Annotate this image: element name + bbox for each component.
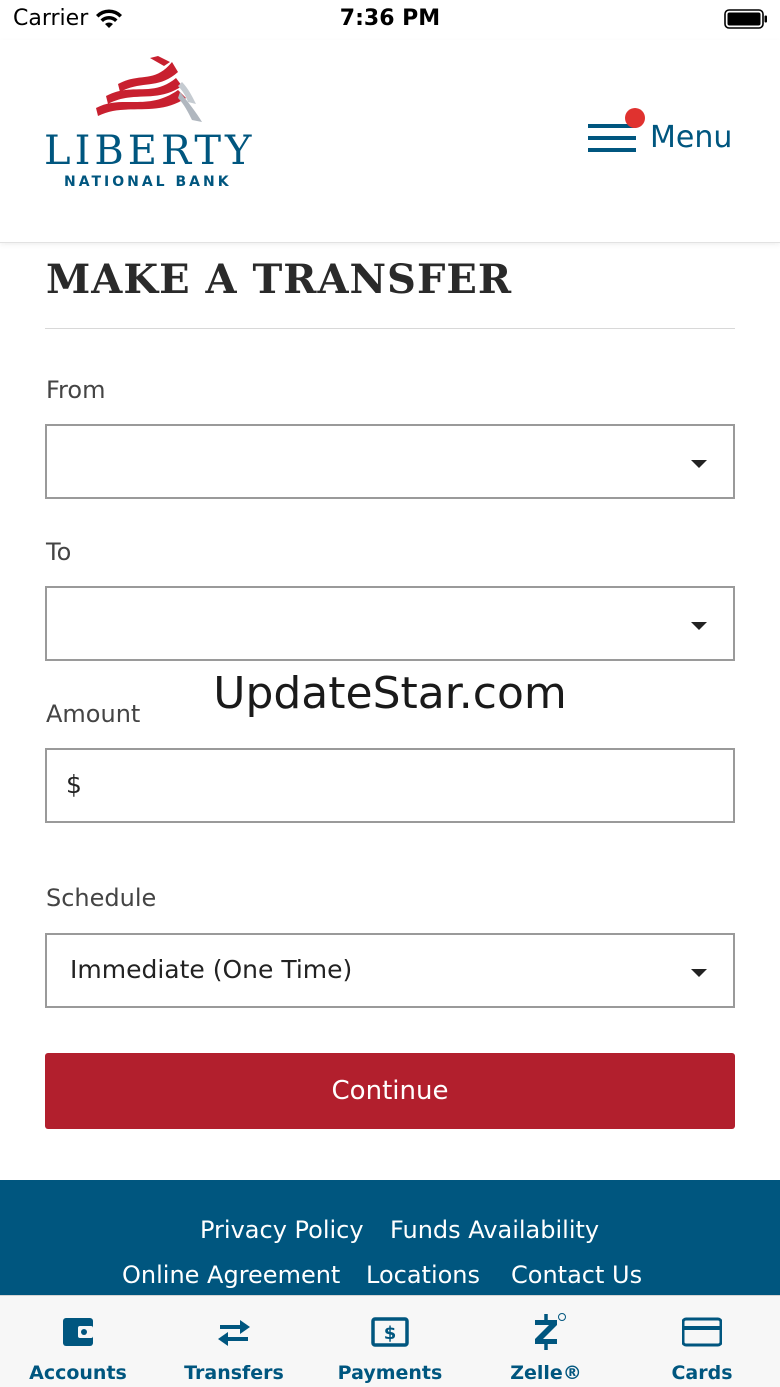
menu-button[interactable]: Menu	[586, 108, 746, 160]
wallet-icon	[63, 1318, 93, 1346]
page-title: MAKE A TRANSFER	[46, 256, 513, 303]
locations-link[interactable]: Locations	[366, 1261, 480, 1289]
menu-label: Menu	[650, 120, 733, 155]
tab-zelle[interactable]: Zelle®	[468, 1296, 624, 1387]
title-divider	[45, 328, 735, 329]
from-label: From	[46, 376, 106, 404]
online-agreement-link[interactable]: Online Agreement	[122, 1261, 340, 1289]
schedule-value: Immediate (One Time)	[70, 955, 353, 984]
credit-card-icon	[682, 1317, 722, 1347]
from-account-select[interactable]	[45, 424, 735, 499]
tab-accounts[interactable]: Accounts	[0, 1296, 156, 1387]
bottom-tab-bar: Accounts Transfers $ Payments Zelle® Car…	[0, 1295, 780, 1387]
notification-dot	[625, 108, 645, 128]
chevron-down-icon	[691, 460, 707, 468]
tab-accounts-label: Accounts	[29, 1362, 127, 1384]
to-account-select[interactable]	[45, 586, 735, 661]
amount-field[interactable]: $	[45, 748, 735, 823]
tab-cards[interactable]: Cards	[624, 1296, 780, 1387]
continue-button[interactable]: Continue	[45, 1053, 735, 1129]
contact-us-link[interactable]: Contact Us	[511, 1261, 642, 1289]
tab-cards-label: Cards	[671, 1362, 733, 1384]
tab-payments[interactable]: $ Payments	[312, 1296, 468, 1387]
currency-symbol: $	[66, 770, 82, 799]
chevron-down-icon	[691, 622, 707, 630]
bill-dollar-icon: $	[371, 1317, 409, 1347]
bank-name: LIBERTY	[44, 128, 256, 174]
tab-zelle-label: Zelle®	[510, 1362, 582, 1384]
app-header: LIBERTY NATIONAL BANK Menu	[0, 40, 780, 243]
schedule-label: Schedule	[46, 884, 157, 912]
chevron-down-icon	[691, 969, 707, 977]
svg-text:$: $	[384, 1323, 397, 1344]
tab-transfers[interactable]: Transfers	[156, 1296, 312, 1387]
amount-input[interactable]	[95, 760, 715, 812]
status-bar: Carrier 7:36 PM	[0, 0, 780, 40]
footer: Privacy Policy Funds Availability Online…	[0, 1180, 780, 1300]
battery-icon	[724, 9, 767, 29]
zelle-icon	[535, 1313, 566, 1350]
liberty-flag-logo-icon[interactable]	[92, 56, 204, 126]
watermark-text: UpdateStar.com	[213, 668, 567, 719]
bank-subname: NATIONAL BANK	[64, 174, 232, 190]
privacy-policy-link[interactable]: Privacy Policy	[200, 1216, 364, 1244]
schedule-select[interactable]: Immediate (One Time)	[45, 933, 735, 1008]
funds-availability-link[interactable]: Funds Availability	[390, 1216, 599, 1244]
status-time: 7:36 PM	[339, 6, 441, 31]
tab-transfers-label: Transfers	[184, 1362, 284, 1384]
transfer-arrows-icon	[218, 1320, 250, 1346]
to-label: To	[46, 538, 72, 566]
tab-payments-label: Payments	[337, 1362, 443, 1384]
